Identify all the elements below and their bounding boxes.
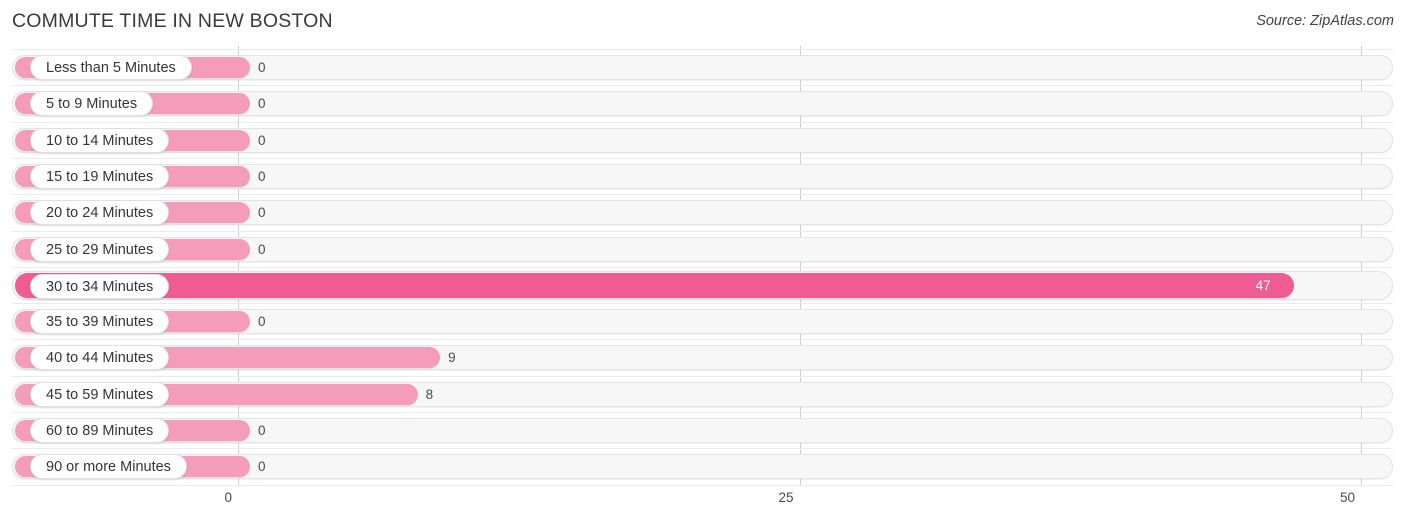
chart-row[interactable]: 45 to 59 Minutes 8 [0, 375, 1406, 410]
row-divider [12, 375, 1393, 377]
row-divider [12, 448, 1393, 450]
row-divider [12, 303, 1393, 305]
chart-row[interactable]: 20 to 24 Minutes 0 [0, 194, 1406, 228]
bar-category-label: 30 to 34 Minutes [30, 273, 170, 299]
page-title: COMMUTE TIME IN NEW BOSTON [12, 10, 333, 32]
row-divider [12, 339, 1393, 341]
row-divider [12, 157, 1393, 159]
source-attribution: Source: ZipAtlas.com [1256, 13, 1394, 29]
chart-row[interactable]: 30 to 34 Minutes 47 [0, 266, 1406, 301]
bar-value-label: 0 [258, 314, 266, 330]
x-tick-label: 0 [224, 490, 232, 505]
bar-category-label: 60 to 89 Minutes [30, 418, 170, 443]
bar-category-label: 5 to 9 Minutes [30, 91, 154, 117]
bar-value-label: 9 [448, 350, 456, 366]
bar-value-label: 0 [258, 96, 266, 112]
bar-category-label: 10 to 14 Minutes [30, 127, 170, 153]
bar-value-label: 0 [258, 423, 266, 438]
chart-row[interactable]: 40 to 44 Minutes 9 [0, 339, 1406, 373]
bar-value-label: 0 [258, 205, 266, 221]
chart-row[interactable]: 35 to 39 Minutes 0 [0, 303, 1406, 337]
bar-category-label: 40 to 44 Minutes [30, 345, 170, 371]
x-tick-label: 50 [1339, 490, 1355, 505]
chart-row[interactable]: Less than 5 Minutes 0 [0, 49, 1406, 83]
bar[interactable] [15, 272, 1294, 298]
row-divider [12, 230, 1393, 232]
x-axis: 0 25 50 [0, 486, 1406, 523]
bar-value-label: 0 [258, 60, 266, 75]
bar-value-label: 0 [258, 241, 266, 257]
chart-row[interactable]: 15 to 19 Minutes 0 [0, 157, 1406, 192]
bar-value-label: 47 [1255, 277, 1271, 293]
bar-category-label: 45 to 59 Minutes [30, 381, 170, 407]
bar-value-label: 0 [258, 168, 266, 184]
chart-row[interactable]: 25 to 29 Minutes 0 [0, 230, 1406, 265]
chart-row[interactable]: 60 to 89 Minutes 0 [0, 412, 1406, 446]
bar-category-label: 90 or more Minutes [30, 454, 187, 480]
chart-header: COMMUTE TIME IN NEW BOSTON Source: ZipAt… [0, 0, 1406, 46]
bar-category-label: 20 to 24 Minutes [30, 200, 170, 226]
row-divider [12, 121, 1393, 123]
row-divider [12, 85, 1393, 87]
row-divider [12, 412, 1393, 413]
bar-category-label: 15 to 19 Minutes [30, 163, 170, 189]
bar-value-label: 8 [425, 386, 434, 402]
chart-row[interactable]: 5 to 9 Minutes 0 [0, 85, 1406, 119]
bar-category-label: Less than 5 Minutes [30, 55, 192, 80]
x-tick-label: 25 [778, 490, 794, 505]
chart-plot-area: Less than 5 Minutes 0 5 to 9 Minutes 0 10 to… [0, 46, 1406, 486]
row-divider [12, 49, 1393, 50]
row-divider [12, 266, 1393, 268]
bar-category-label: 25 to 29 Minutes [30, 236, 170, 262]
chart-row[interactable]: 10 to 14 Minutes 0 [0, 121, 1406, 156]
row-divider [12, 194, 1393, 196]
bar-value-label: 0 [258, 459, 266, 475]
chart-row[interactable]: 90 or more Minutes 0 [0, 448, 1406, 482]
bar-value-label: 0 [258, 132, 266, 148]
bar-category-label: 35 to 39 Minutes [30, 309, 170, 335]
